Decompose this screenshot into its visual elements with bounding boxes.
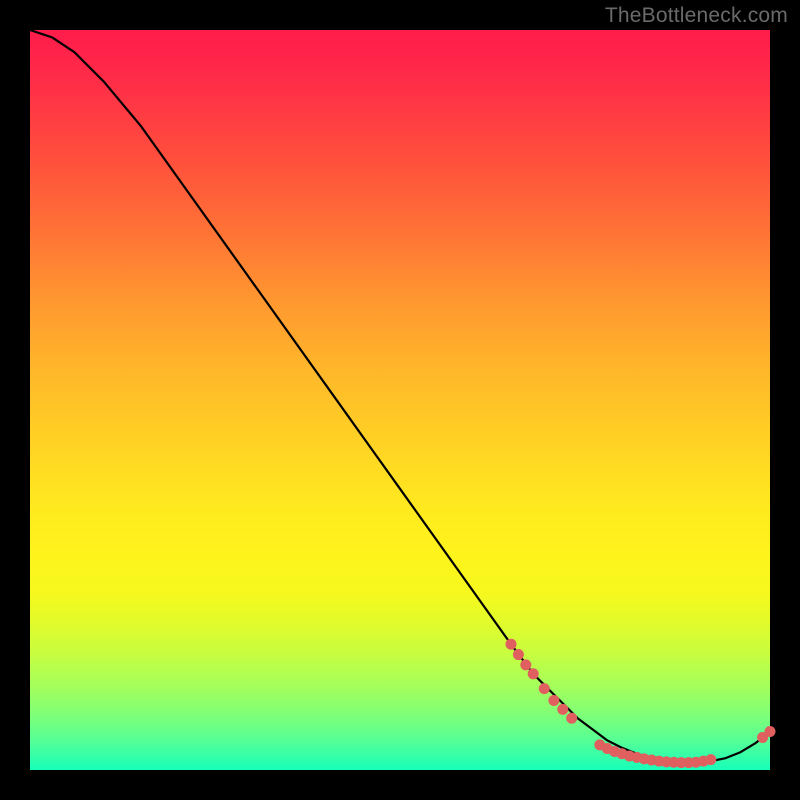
data-marker: [520, 659, 531, 670]
chart-frame: TheBottleneck.com: [0, 0, 800, 800]
chart-svg: [30, 30, 770, 770]
data-marker: [539, 683, 550, 694]
data-marker: [528, 668, 539, 679]
data-marker: [765, 726, 776, 737]
data-marker: [506, 639, 517, 650]
data-marker: [513, 649, 524, 660]
data-marker: [557, 704, 568, 715]
bottleneck-curve-line: [30, 30, 770, 763]
attribution-label: TheBottleneck.com: [605, 4, 788, 28]
data-marker: [705, 754, 716, 765]
data-marker: [548, 695, 559, 706]
data-marker: [566, 713, 577, 724]
plot-area: [30, 30, 770, 770]
marker-group: [506, 639, 776, 768]
